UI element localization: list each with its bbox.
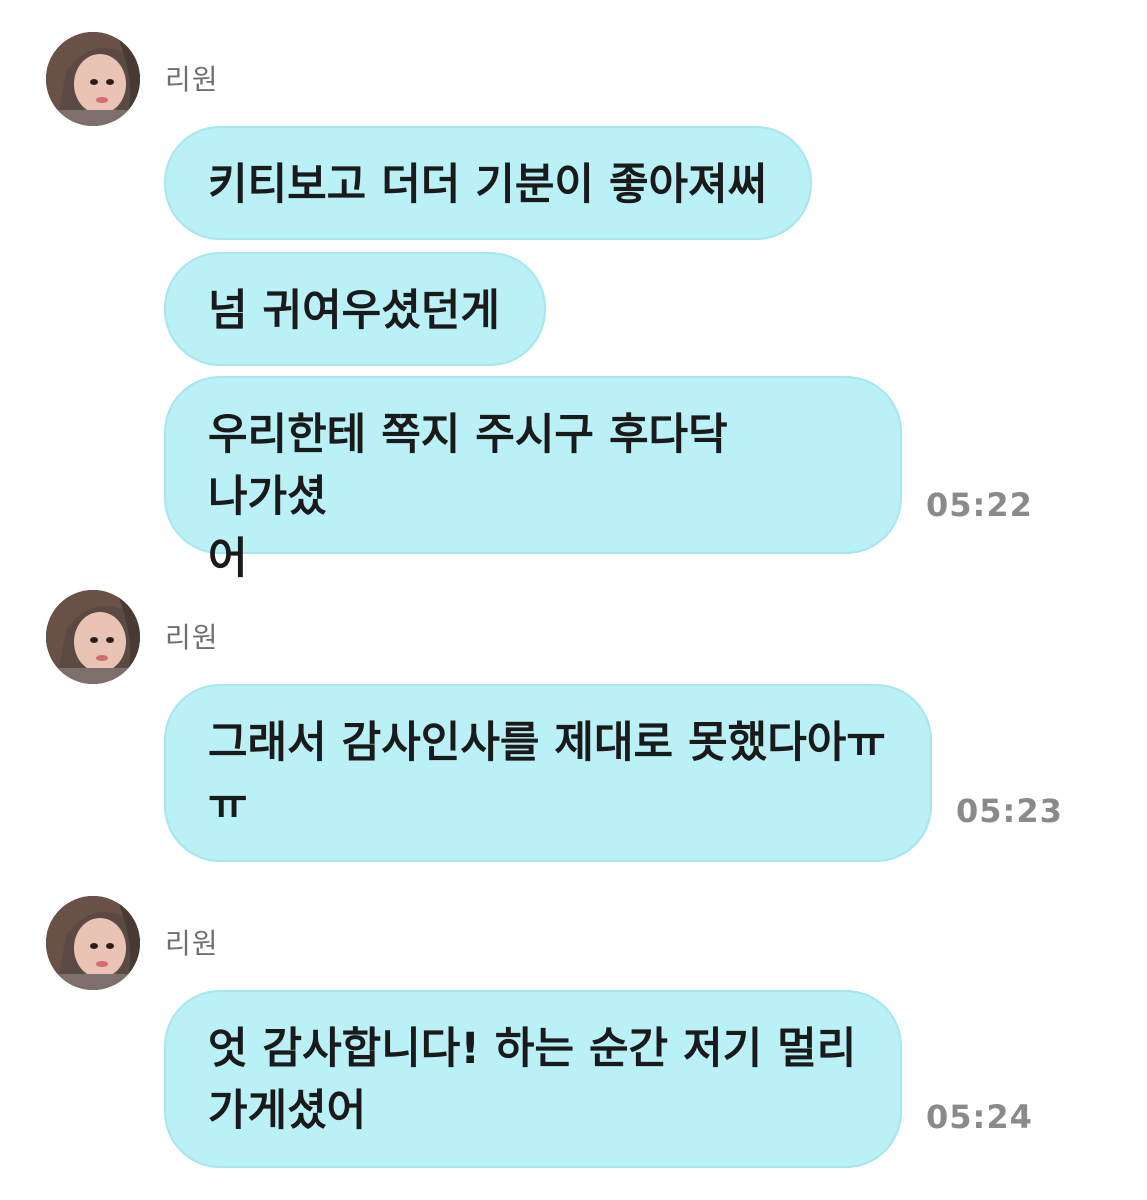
message-bubble[interactable]: 엇 감사합니다! 하는 순간 저기 멀리 가게셨어	[164, 990, 902, 1168]
timestamp: 05:24	[926, 1098, 1033, 1136]
message-bubble[interactable]: 우리한테 쪽지 주시구 후다닥 나가셨 어	[164, 376, 902, 584]
avatar[interactable]	[46, 896, 140, 990]
avatar-photo-icon	[46, 896, 140, 990]
avatar-photo-icon	[46, 32, 140, 126]
timestamp: 05:23	[956, 792, 1063, 830]
message-bubble[interactable]: 그래서 감사인사를 제대로 못했다아ㅠ ㅠ	[164, 684, 932, 862]
avatar[interactable]	[46, 590, 140, 684]
chat-thread[interactable]: 리원 키티보고 더더 기분이 좋아져써 넘 귀여우셨던게 우리한테 쪽지 주시구…	[0, 0, 1147, 1200]
sender-name: 리원	[165, 621, 219, 654]
message-bubble[interactable]: 키티보고 더더 기분이 좋아져써	[164, 126, 812, 240]
avatar[interactable]	[46, 32, 140, 126]
sender-name: 리원	[165, 63, 219, 96]
sender-name: 리원	[165, 927, 219, 960]
message-bubble[interactable]: 넘 귀여우셨던게	[164, 252, 546, 366]
avatar-photo-icon	[46, 590, 140, 684]
timestamp: 05:22	[926, 486, 1033, 524]
